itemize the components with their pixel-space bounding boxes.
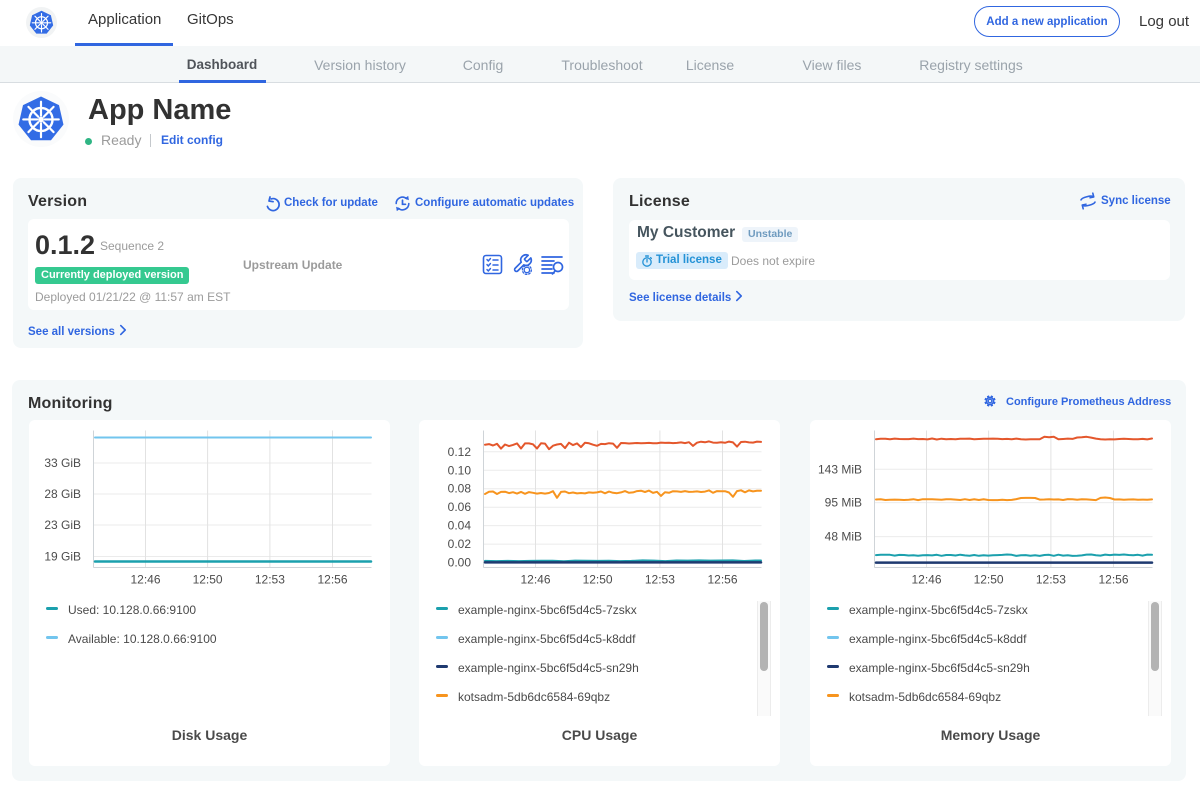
svg-text:0.02: 0.02 [448, 537, 472, 551]
svg-text:143 MiB: 143 MiB [818, 462, 862, 476]
svg-text:12:56: 12:56 [1098, 573, 1128, 587]
svg-text:12:46: 12:46 [911, 573, 941, 587]
svg-text:12:53: 12:53 [255, 573, 285, 587]
svg-text:48 MiB: 48 MiB [825, 530, 862, 544]
svg-text:0.04: 0.04 [448, 519, 472, 533]
svg-text:19 GiB: 19 GiB [44, 550, 81, 564]
svg-text:12:50: 12:50 [974, 573, 1004, 587]
svg-text:12:53: 12:53 [1036, 573, 1066, 587]
svg-text:0.10: 0.10 [448, 463, 472, 477]
svg-text:0.12: 0.12 [448, 445, 472, 459]
svg-text:23 GiB: 23 GiB [44, 518, 81, 532]
svg-text:33 GiB: 33 GiB [44, 456, 81, 470]
svg-text:12:46: 12:46 [520, 573, 550, 587]
svg-text:12:46: 12:46 [130, 573, 160, 587]
svg-text:0.08: 0.08 [448, 482, 472, 496]
svg-text:28 GiB: 28 GiB [44, 487, 81, 501]
svg-text:12:53: 12:53 [645, 573, 675, 587]
svg-text:12:50: 12:50 [193, 573, 223, 587]
svg-text:12:50: 12:50 [583, 573, 613, 587]
svg-text:0.00: 0.00 [448, 556, 472, 570]
svg-text:12:56: 12:56 [317, 573, 347, 587]
svg-text:95 MiB: 95 MiB [825, 496, 862, 510]
svg-text:0.06: 0.06 [448, 500, 472, 514]
svg-text:12:56: 12:56 [707, 573, 737, 587]
